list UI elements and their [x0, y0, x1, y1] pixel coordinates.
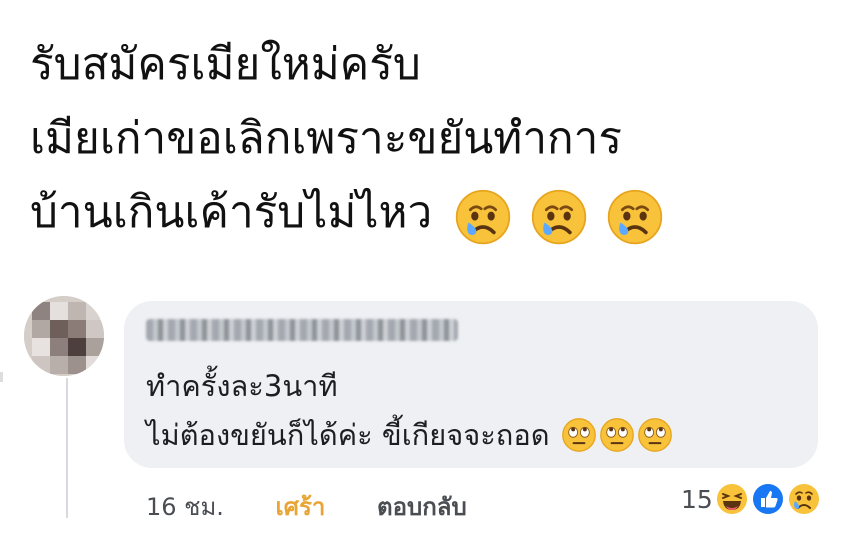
- comment-timestamp[interactable]: 16 ชม.: [146, 487, 224, 526]
- post-line-2: เมียเก่าขอเลิกเพราะขยันทำการ: [30, 113, 623, 164]
- post-line-3-text: บ้านเกินเค้ารับไม่ไหว: [30, 187, 433, 238]
- eye-roll-face-icon: [599, 418, 634, 452]
- reaction-summary[interactable]: 15: [681, 480, 824, 520]
- comment-line-1: ทำครั้งละ3นาที: [146, 369, 338, 403]
- post-text: รับสมัครเมียใหม่ครับ เมียเก่าขอเลิกเพราะ…: [30, 28, 820, 252]
- eye-roll-face-icon: [561, 418, 596, 452]
- post-line-3: บ้านเกินเค้ารับไม่ไหว: [30, 176, 820, 252]
- eye-roll-face-icon: [637, 418, 672, 452]
- reaction-count: 15: [681, 484, 713, 514]
- reply-button[interactable]: ตอบกลับ: [377, 487, 467, 526]
- post-emoji-row: [454, 178, 668, 252]
- blurred-avatar-image: [24, 296, 104, 376]
- crying-face-icon: [532, 189, 587, 245]
- sad-reaction-icon: [785, 480, 824, 518]
- avatar[interactable]: [24, 296, 104, 376]
- comment-thread-line: [66, 378, 68, 518]
- like-reaction-icon: [749, 480, 787, 518]
- crying-face-icon: [608, 189, 663, 245]
- comment-bubble: ทำครั้งละ3นาที ไม่ต้องขยันก็ได้ค่ะ ขี้เก…: [124, 301, 818, 468]
- haha-reaction-icon: [712, 480, 751, 518]
- crying-face-icon: [456, 189, 511, 245]
- comment-actions: 16 ชม. เศร้า ตอบกลับ: [146, 487, 511, 526]
- comment-line-2: ไม่ต้องขยันก็ได้ค่ะ ขี้เกียจจะถอด: [146, 412, 673, 458]
- sad-reaction-button[interactable]: เศร้า: [276, 487, 326, 526]
- edge-artifact: [0, 372, 3, 382]
- comment-line-2-text: ไม่ต้องขยันก็ได้ค่ะ ขี้เกียจจะถอด: [146, 418, 550, 452]
- commenter-name[interactable]: [146, 319, 458, 341]
- post-line-1: รับสมัครเมียใหม่ครับ: [30, 39, 421, 90]
